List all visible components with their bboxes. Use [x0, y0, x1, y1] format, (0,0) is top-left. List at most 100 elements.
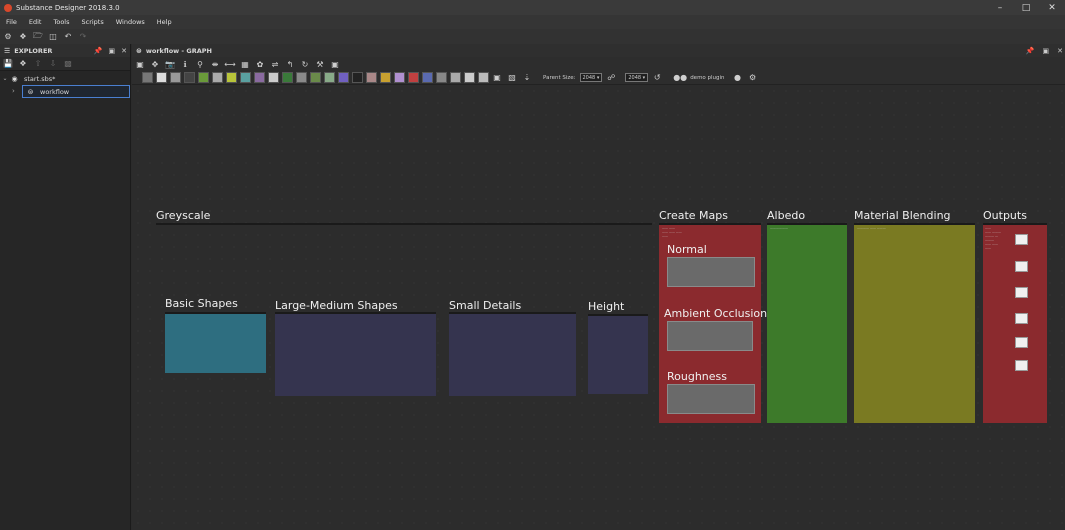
python-icon[interactable]: ✿	[255, 59, 265, 69]
maximize-button[interactable]: □	[1013, 0, 1039, 15]
frame-material-blending[interactable]	[854, 223, 975, 423]
gradient-icon[interactable]	[212, 72, 223, 83]
graph-canvas[interactable]: Greyscale Basic Shapes Large-Medium Shap…	[132, 85, 1065, 530]
tile-icon[interactable]	[268, 72, 279, 83]
font-icon[interactable]	[394, 72, 405, 83]
frame-normal[interactable]	[667, 257, 755, 287]
center-icon[interactable]: ✥	[150, 59, 160, 69]
navigation-pin-icon[interactable]: ▧	[507, 73, 517, 83]
frame-icon[interactable]: ▣	[330, 59, 340, 69]
atomic-node-icon[interactable]	[142, 72, 153, 83]
bitmap-icon[interactable]	[422, 72, 433, 83]
value-processor-icon[interactable]	[464, 72, 475, 83]
menu-file[interactable]: File	[6, 18, 17, 26]
info-icon[interactable]: ℹ	[180, 59, 190, 69]
float-panel-icon[interactable]: ▣	[1043, 47, 1050, 55]
comment-icon[interactable]: ▣	[492, 73, 502, 83]
link-icon[interactable]: ⇌	[270, 59, 280, 69]
frame-roughness[interactable]	[667, 384, 755, 414]
frame-node-icon[interactable]	[478, 72, 489, 83]
explorer-icon: ☰	[4, 46, 11, 55]
graph-icon: ⊜	[27, 87, 34, 96]
frame-title-albedo: Albedo	[767, 209, 806, 222]
collapse-arrow-icon[interactable]: ⌄	[0, 75, 10, 82]
frame-all-icon[interactable]: ▣	[135, 59, 145, 69]
table-icon[interactable]: ▦	[240, 59, 250, 69]
minimize-button[interactable]: –	[987, 0, 1013, 15]
screenshot-icon[interactable]: 📷	[165, 59, 175, 69]
node-connect-icon[interactable]: ↰	[285, 59, 295, 69]
menu-scripts[interactable]: Scripts	[82, 18, 104, 26]
reset-icon[interactable]: ↺	[652, 73, 662, 83]
output-node[interactable]	[1015, 234, 1028, 245]
fx-map-icon[interactable]	[352, 72, 363, 83]
frame-albedo[interactable]	[767, 223, 847, 423]
frame-large-medium-shapes[interactable]	[275, 312, 436, 396]
pin-icon[interactable]: 📌	[94, 47, 103, 55]
close-button[interactable]: ✕	[1039, 0, 1065, 15]
pin-icon[interactable]: 📌	[1026, 47, 1035, 55]
frame-height[interactable]	[588, 314, 648, 394]
save-all-icon[interactable]: ◫	[48, 32, 58, 42]
tree-item-package[interactable]: ⌄ ◉ start.sbs*	[0, 72, 130, 85]
pixel-processor-icon[interactable]	[366, 72, 377, 83]
publish-icon[interactable]: ▩	[63, 59, 73, 69]
close-panel-icon[interactable]: ✕	[121, 47, 127, 55]
color-map-icon[interactable]	[254, 72, 265, 83]
menu-windows[interactable]: Windows	[116, 18, 145, 26]
uniform-color-icon[interactable]	[156, 72, 167, 83]
output-node[interactable]	[1015, 261, 1028, 272]
curve-icon[interactable]	[198, 72, 209, 83]
shuffle-icon[interactable]	[184, 72, 195, 83]
blend-icon[interactable]	[170, 72, 181, 83]
output-node[interactable]	[1015, 337, 1028, 348]
import-icon[interactable]: ⇩	[48, 59, 58, 69]
search-icon[interactable]: ⚲	[195, 59, 205, 69]
plugin-icon[interactable]: ●●	[673, 73, 687, 83]
undo-icon[interactable]: ↶	[63, 32, 73, 42]
output-node[interactable]	[1015, 360, 1028, 371]
frame-ambient-occlusion[interactable]	[667, 321, 753, 351]
plugin-person-icon[interactable]: ●	[733, 73, 743, 83]
menu-tools[interactable]: Tools	[53, 18, 69, 26]
align-icon[interactable]: ⇼	[210, 59, 220, 69]
text-icon[interactable]	[380, 72, 391, 83]
plugin-gear-icon[interactable]: ⚙	[748, 73, 758, 83]
plugin-label[interactable]: demo plugin	[690, 75, 724, 81]
frame-small-details[interactable]	[449, 312, 576, 396]
pattern-icon[interactable]	[282, 72, 293, 83]
menu-help[interactable]: Help	[157, 18, 172, 26]
input-icon[interactable]	[436, 72, 447, 83]
menu-edit[interactable]: Edit	[29, 18, 42, 26]
svg-icon[interactable]	[408, 72, 419, 83]
normal-icon[interactable]	[310, 72, 321, 83]
new-graph-icon[interactable]: ❖	[18, 32, 28, 42]
open-folder-icon[interactable]: 🗁	[33, 31, 43, 42]
redo-icon[interactable]: ↷	[78, 32, 88, 42]
save-icon[interactable]: 💾	[3, 59, 13, 69]
float-panel-icon[interactable]: ▣	[109, 47, 116, 55]
sphere-icon[interactable]	[338, 72, 349, 83]
tools-icon[interactable]: ⚒	[315, 59, 325, 69]
export-icon[interactable]: ⇧	[33, 59, 43, 69]
levels-icon[interactable]	[226, 72, 237, 83]
new-package-icon[interactable]: ⚙	[3, 32, 13, 42]
parent-size-select[interactable]: 2048 ▾	[579, 73, 603, 82]
output-icon[interactable]	[450, 72, 461, 83]
pin-node-icon[interactable]: ⇣	[522, 73, 532, 83]
link-size-icon[interactable]: ☍	[606, 73, 616, 83]
frame-basic-shapes[interactable]	[165, 312, 266, 373]
noise-icon[interactable]	[296, 72, 307, 83]
size-select[interactable]: 2048 ▾	[625, 73, 649, 82]
output-node[interactable]	[1015, 287, 1028, 298]
connect-icon[interactable]: ⟷	[224, 59, 235, 69]
reload-icon[interactable]: ↻	[300, 59, 310, 69]
frame-greyscale-bar[interactable]	[156, 223, 652, 225]
close-panel-icon[interactable]: ✕	[1057, 47, 1063, 55]
tree-item-graph[interactable]: ⊜ workflow	[22, 85, 130, 98]
hsl-icon[interactable]	[240, 72, 251, 83]
output-node[interactable]	[1015, 313, 1028, 324]
expand-arrow-icon[interactable]: ›	[12, 87, 15, 95]
new-resource-icon[interactable]: ❖	[18, 59, 28, 69]
warp-icon[interactable]	[324, 72, 335, 83]
